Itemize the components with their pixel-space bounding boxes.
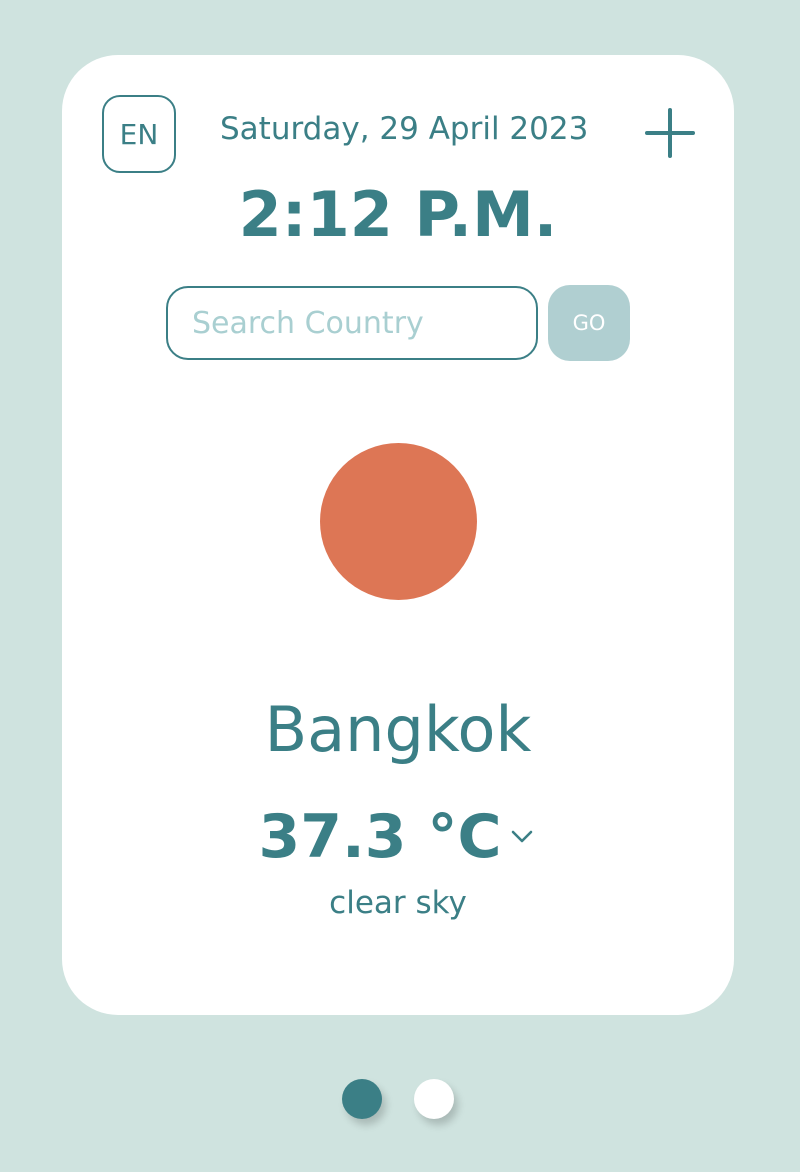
go-button[interactable]: GO (548, 285, 630, 361)
temperature-row: 37.3 °C (62, 795, 734, 879)
weather-description: clear sky (329, 885, 467, 921)
page-indicator-1[interactable] (342, 1079, 382, 1119)
plus-icon (645, 108, 695, 158)
chevron-down-icon[interactable] (507, 821, 537, 851)
sun-icon (320, 443, 477, 600)
weather-card: EN Saturday, 29 April 2023 2:12 P.M. GO … (62, 55, 734, 1015)
go-button-label: GO (572, 311, 606, 335)
add-city-button[interactable] (644, 107, 696, 159)
current-time: 2:12 P.M. (238, 178, 558, 251)
language-button[interactable]: EN (102, 95, 176, 173)
language-label: EN (119, 117, 159, 151)
page-indicator-2[interactable] (414, 1079, 454, 1119)
city-name: Bangkok (264, 693, 532, 766)
date-label: Saturday, 29 April 2023 (220, 111, 589, 147)
search-country-input[interactable] (166, 286, 538, 360)
temperature-value: 37.3 °C (258, 802, 502, 872)
